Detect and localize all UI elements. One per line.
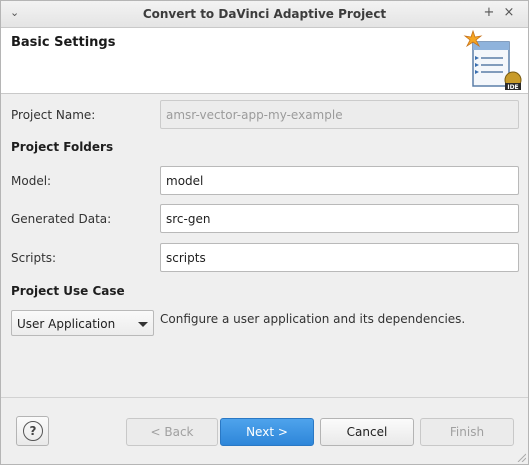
finish-button[interactable]: Finish: [420, 418, 514, 446]
title-bar: ⌄ Convert to DaVinci Adaptive Project + …: [1, 1, 528, 28]
scripts-label: Scripts:: [11, 251, 57, 265]
help-icon: ?: [23, 421, 43, 441]
help-button[interactable]: ?: [16, 416, 49, 446]
close-icon[interactable]: ×: [501, 5, 517, 20]
generated-data-field[interactable]: [160, 204, 519, 233]
use-case-description: Configure a user application and its dep…: [160, 312, 466, 326]
project-name-field: [160, 100, 519, 129]
project-name-label: Project Name:: [11, 108, 96, 122]
wizard-document-icon: IDE: [463, 29, 522, 91]
use-case-selected-value: User Application: [17, 317, 116, 331]
generated-data-label: Generated Data:: [11, 212, 112, 226]
project-use-case-heading: Project Use Case: [11, 284, 125, 298]
dialog-window: ⌄ Convert to DaVinci Adaptive Project + …: [0, 0, 529, 465]
model-field[interactable]: [160, 166, 519, 195]
model-label: Model:: [11, 174, 52, 188]
back-button[interactable]: < Back: [126, 418, 218, 446]
resize-grip-icon[interactable]: [516, 452, 526, 462]
svg-text:IDE: IDE: [507, 84, 518, 91]
window-title: Convert to DaVinci Adaptive Project: [142, 7, 387, 21]
chevron-down-icon: [138, 322, 148, 327]
next-button[interactable]: Next >: [220, 418, 314, 446]
maximize-icon[interactable]: +: [481, 5, 497, 20]
use-case-dropdown[interactable]: User Application: [11, 310, 154, 336]
cancel-button[interactable]: Cancel: [320, 418, 414, 446]
scripts-field[interactable]: [160, 243, 519, 272]
page-title: Basic Settings: [11, 35, 116, 50]
wizard-banner: Basic Settings IDE: [1, 28, 528, 94]
project-folders-heading: Project Folders: [11, 140, 114, 154]
button-bar-divider: [1, 397, 528, 398]
